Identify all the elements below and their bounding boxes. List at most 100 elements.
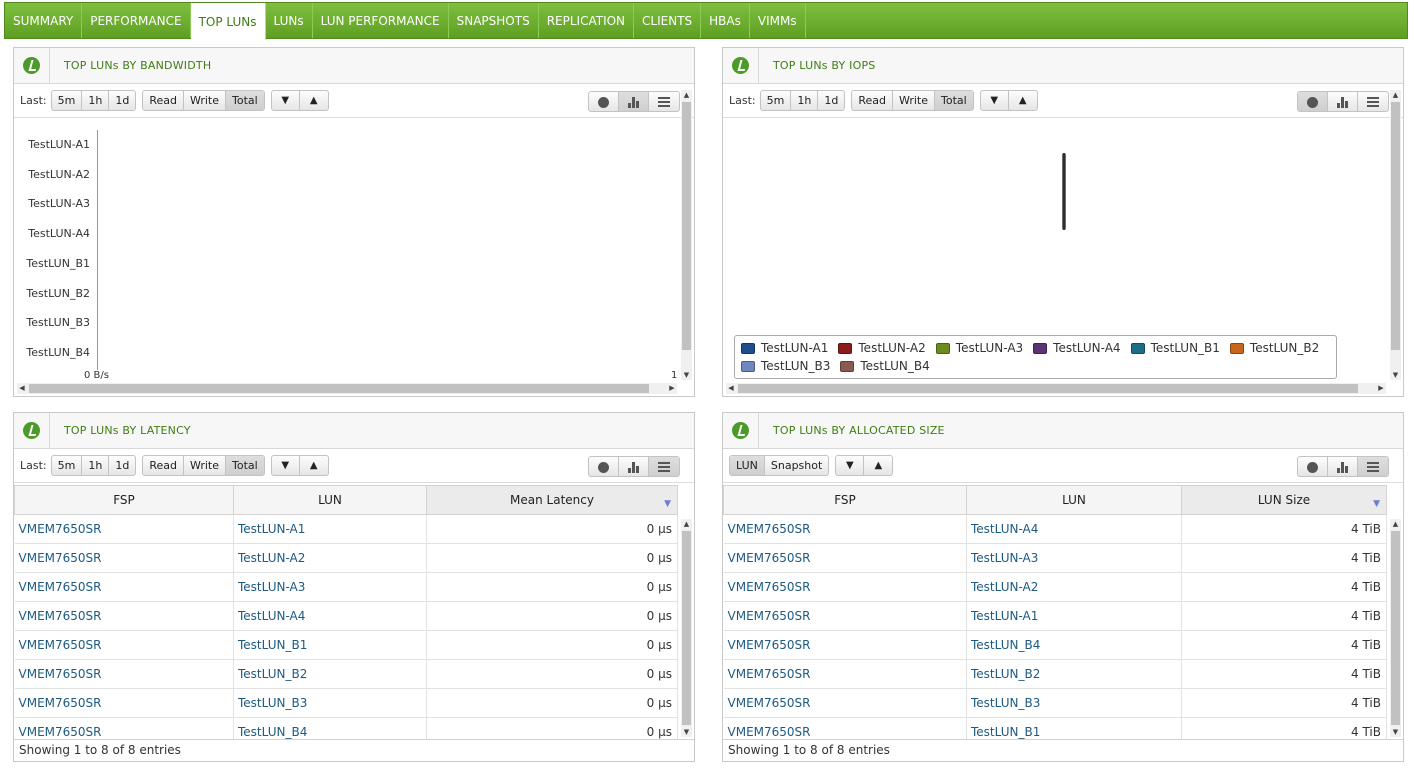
fsp-link[interactable]: VMEM7650SR <box>723 630 967 660</box>
scroll-left-arrow[interactable]: ◀ <box>726 383 736 394</box>
fsp-link[interactable]: VMEM7650SR <box>723 601 967 631</box>
lun-link[interactable]: TestLUN-A4 <box>966 514 1182 544</box>
mode-read-button[interactable]: Read <box>143 456 184 475</box>
vertical-scrollbar[interactable]: ▲ ▼ <box>1390 519 1401 737</box>
range-5m-button[interactable]: 5m <box>761 91 792 110</box>
table-view-button[interactable] <box>649 92 679 111</box>
col-header-lun-size[interactable]: LUN Size ▼ <box>1181 485 1387 515</box>
vertical-scrollbar[interactable]: ▲ ▼ <box>1390 90 1401 380</box>
range-1d-button[interactable]: 1d <box>109 91 135 110</box>
mode-read-button[interactable]: Read <box>143 91 184 110</box>
panel-collapse-icon[interactable] <box>14 413 50 449</box>
col-header-fsp[interactable]: FSP <box>723 485 967 515</box>
sort-ascending-button[interactable]: ▲ <box>300 456 328 475</box>
lun-link[interactable]: TestLUN-A1 <box>233 514 427 544</box>
legend-item-testlun-b3[interactable]: TestLUN_B3 <box>741 359 830 373</box>
table-row[interactable]: VMEM7650SR TestLUN_B4 4 TiB <box>723 630 1387 660</box>
fsp-link[interactable]: VMEM7650SR <box>14 543 234 573</box>
fsp-link[interactable]: VMEM7650SR <box>14 572 234 602</box>
fsp-link[interactable]: VMEM7650SR <box>14 688 234 718</box>
scroll-down-arrow[interactable]: ▼ <box>681 370 692 380</box>
lun-link[interactable]: TestLUN-A1 <box>966 601 1182 631</box>
table-row[interactable]: VMEM7650SR TestLUN-A4 0 µs <box>14 601 678 631</box>
table-row[interactable]: VMEM7650SR TestLUN_B3 0 µs <box>14 688 678 718</box>
range-1h-button[interactable]: 1h <box>82 91 110 110</box>
scroll-up-arrow[interactable]: ▲ <box>1390 519 1401 529</box>
bar-view-button[interactable] <box>619 457 649 476</box>
tab-replication[interactable]: REPLICATION <box>539 3 635 38</box>
table-row[interactable]: VMEM7650SR TestLUN-A2 4 TiB <box>723 572 1387 602</box>
tab-snapshots[interactable]: SNAPSHOTS <box>449 3 539 38</box>
scroll-up-arrow[interactable]: ▲ <box>681 90 692 100</box>
lun-link[interactable]: TestLUN-A3 <box>233 572 427 602</box>
col-header-mean-latency[interactable]: Mean Latency ▼ <box>426 485 678 515</box>
lun-link[interactable]: TestLUN_B2 <box>233 659 427 689</box>
legend-item-testlun-b2[interactable]: TestLUN_B2 <box>1229 341 1319 355</box>
scroll-thumb[interactable] <box>682 102 691 350</box>
scroll-left-arrow[interactable]: ◀ <box>17 383 27 394</box>
tab-clients[interactable]: CLIENTS <box>634 3 702 38</box>
lun-link[interactable]: TestLUN_B4 <box>966 630 1182 660</box>
table-row[interactable]: VMEM7650SR TestLUN_B2 0 µs <box>14 659 678 689</box>
tab-performance[interactable]: PERFORMANCE <box>82 3 191 38</box>
mode-total-button[interactable]: Total <box>935 91 973 110</box>
fsp-link[interactable]: VMEM7650SR <box>723 688 967 718</box>
range-5m-button[interactable]: 5m <box>52 456 83 475</box>
lun-link[interactable]: TestLUN_B3 <box>233 688 427 718</box>
table-row[interactable]: VMEM7650SR TestLUN-A3 4 TiB <box>723 543 1387 573</box>
sort-ascending-button[interactable]: ▲ <box>1009 91 1037 110</box>
vertical-scrollbar[interactable]: ▲ ▼ <box>681 90 692 380</box>
col-header-fsp[interactable]: FSP <box>14 485 234 515</box>
table-row[interactable]: VMEM7650SR TestLUN-A1 0 µs <box>14 514 678 544</box>
range-1d-button[interactable]: 1d <box>818 91 844 110</box>
vertical-scrollbar[interactable]: ▲ ▼ <box>681 519 692 737</box>
panel-collapse-icon[interactable] <box>723 413 759 449</box>
scroll-down-arrow[interactable]: ▼ <box>1390 370 1401 380</box>
range-1h-button[interactable]: 1h <box>791 91 819 110</box>
sort-ascending-button[interactable]: ▲ <box>864 456 892 475</box>
type-lun-button[interactable]: LUN <box>730 456 765 475</box>
pie-view-button[interactable] <box>589 92 619 111</box>
pie-view-button[interactable] <box>1298 92 1328 111</box>
table-row[interactable]: VMEM7650SR TestLUN-A2 0 µs <box>14 543 678 573</box>
range-1d-button[interactable]: 1d <box>109 456 135 475</box>
table-view-button[interactable] <box>1358 457 1388 476</box>
tab-luns[interactable]: LUNs <box>266 3 313 38</box>
table-view-button[interactable] <box>1358 92 1388 111</box>
horizontal-scrollbar[interactable]: ◀ ▶ <box>726 383 1386 394</box>
tab-hbas[interactable]: HBAs <box>701 3 750 38</box>
fsp-link[interactable]: VMEM7650SR <box>723 543 967 573</box>
scroll-thumb[interactable] <box>29 384 649 393</box>
legend-item-testlun-b1[interactable]: TestLUN_B1 <box>1130 341 1220 355</box>
lun-link[interactable]: TestLUN-A2 <box>966 572 1182 602</box>
pie-view-button[interactable] <box>1298 457 1328 476</box>
fsp-link[interactable]: VMEM7650SR <box>723 659 967 689</box>
scroll-thumb[interactable] <box>1391 531 1400 725</box>
panel-collapse-icon[interactable] <box>723 47 759 84</box>
bar-view-button[interactable] <box>619 92 649 111</box>
tab-summary[interactable]: SUMMARY <box>5 3 83 38</box>
scroll-right-arrow[interactable]: ▶ <box>667 383 677 394</box>
scroll-thumb[interactable] <box>682 531 691 725</box>
mode-write-button[interactable]: Write <box>893 91 935 110</box>
tab-vimms[interactable]: VIMMs <box>750 3 806 38</box>
legend-item-testlun-a3[interactable]: TestLUN-A3 <box>935 341 1023 355</box>
scroll-down-arrow[interactable]: ▼ <box>1390 727 1401 737</box>
mode-total-button[interactable]: Total <box>226 91 264 110</box>
pie-view-button[interactable] <box>589 457 619 476</box>
type-snapshot-button[interactable]: Snapshot <box>765 456 828 475</box>
tab-top-luns[interactable]: TOP LUNs <box>190 3 266 40</box>
mode-write-button[interactable]: Write <box>184 91 226 110</box>
sort-descending-button[interactable]: ▼ <box>981 91 1009 110</box>
table-row[interactable]: VMEM7650SR TestLUN_B1 0 µs <box>14 630 678 660</box>
fsp-link[interactable]: VMEM7650SR <box>14 630 234 660</box>
scroll-up-arrow[interactable]: ▲ <box>681 519 692 529</box>
bar-view-button[interactable] <box>1328 92 1358 111</box>
mode-read-button[interactable]: Read <box>852 91 893 110</box>
lun-link[interactable]: TestLUN-A3 <box>966 543 1182 573</box>
table-row[interactable]: VMEM7650SR TestLUN-A1 4 TiB <box>723 601 1387 631</box>
fsp-link[interactable]: VMEM7650SR <box>14 601 234 631</box>
mode-write-button[interactable]: Write <box>184 456 226 475</box>
lun-link[interactable]: TestLUN-A2 <box>233 543 427 573</box>
sort-descending-button[interactable]: ▼ <box>272 91 300 110</box>
